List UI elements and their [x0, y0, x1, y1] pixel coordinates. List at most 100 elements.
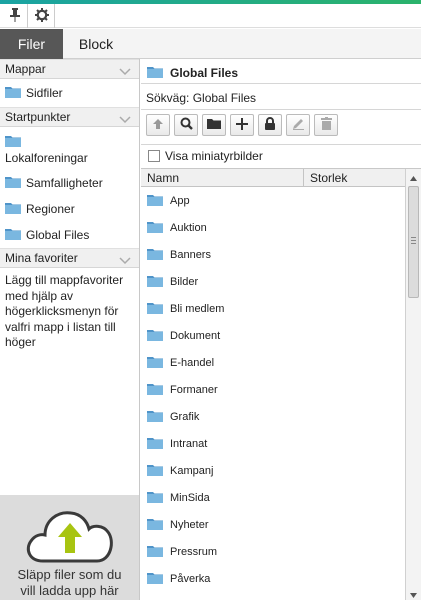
- chevron-down-icon: [119, 63, 131, 82]
- divider: [141, 109, 421, 110]
- chevron-down-icon: [119, 252, 131, 271]
- sidebar-item-global-files[interactable]: Global Files: [5, 227, 89, 243]
- file-row-name: Pressrum: [170, 545, 218, 558]
- file-row[interactable]: Kampanj: [141, 457, 405, 484]
- file-row-name: Bilder: [170, 275, 199, 288]
- section-header-startpunkter[interactable]: Startpunkter: [0, 107, 139, 127]
- arrow-up-icon: [152, 118, 164, 133]
- folder-icon: [147, 409, 163, 425]
- folder-icon: [147, 436, 163, 452]
- file-row[interactable]: Nyheter: [141, 511, 405, 538]
- folder-icon: [5, 227, 21, 243]
- file-row[interactable]: E-handel: [141, 349, 405, 376]
- pin-button[interactable]: [2, 4, 28, 28]
- panel-tabs: Filer Block: [0, 29, 421, 59]
- file-row-name: MinSida: [170, 491, 210, 504]
- triangle-down-icon: [410, 587, 417, 600]
- sidebar-item-label: Regioner: [26, 202, 75, 216]
- thumbnail-checkbox[interactable]: [148, 150, 160, 162]
- section-header-favoriter[interactable]: Mina favoriter: [0, 248, 139, 268]
- current-folder-header: Global Files: [147, 65, 238, 81]
- folder-icon: [5, 175, 21, 191]
- section-title: Startpunkter: [5, 110, 71, 124]
- file-row[interactable]: MinSida: [141, 484, 405, 511]
- file-row[interactable]: Bli medlem: [141, 295, 405, 322]
- pencil-icon: [292, 117, 305, 133]
- file-browser: Global Files Sökväg: Global Files Visa m…: [141, 59, 421, 600]
- file-row-name: E-handel: [170, 356, 215, 369]
- section-title: Mappar: [5, 62, 46, 76]
- folder-icon: [147, 490, 163, 506]
- folder-icon: [207, 118, 221, 132]
- file-row[interactable]: Påverka: [141, 565, 405, 592]
- new-folder-button[interactable]: [230, 114, 254, 136]
- column-header-size[interactable]: Storlek: [304, 169, 405, 187]
- folder-sidebar: Mappar Sidfiler Startpunkter Lokalforeni…: [0, 59, 140, 600]
- file-list-scrollbar[interactable]: [405, 169, 421, 600]
- file-row[interactable]: Intranat: [141, 430, 405, 457]
- folder-icon: [147, 463, 163, 479]
- folder-icon: [147, 274, 163, 290]
- folder-icon: [147, 517, 163, 533]
- column-header-name[interactable]: Namn: [141, 169, 304, 187]
- thumbnail-label: Visa miniatyrbilder: [165, 149, 263, 163]
- file-row[interactable]: App: [141, 187, 405, 214]
- thumbnail-toggle[interactable]: Visa miniatyrbilder: [148, 149, 263, 163]
- file-row-name: Intranat: [170, 437, 208, 450]
- folder-icon: [147, 193, 163, 209]
- file-row-name: Banners: [170, 248, 211, 261]
- plus-icon: [236, 117, 248, 133]
- lock-icon: [264, 117, 276, 133]
- sidebar-item-sidfiler[interactable]: Sidfiler: [5, 85, 63, 101]
- dropzone-line-1: Släpp filer som du: [17, 567, 122, 582]
- search-icon: [180, 117, 193, 133]
- file-row-name: Formaner: [170, 383, 218, 396]
- tab-block[interactable]: Block: [63, 29, 129, 59]
- section-title: Mina favoriter: [5, 251, 78, 265]
- dropzone-line-2: vill ladda upp här: [20, 583, 119, 598]
- lock-button[interactable]: [258, 114, 282, 136]
- scroll-thumb[interactable]: [408, 186, 419, 298]
- file-row-name: Grafik: [170, 410, 200, 423]
- rename-button[interactable]: [286, 114, 310, 136]
- file-row[interactable]: Banners: [141, 241, 405, 268]
- sidebar-item-samfalligheter[interactable]: Samfalligheter: [5, 175, 103, 191]
- upload-dropzone[interactable]: Släpp filer som du vill ladda upp här: [0, 495, 139, 600]
- gear-icon: [34, 7, 49, 25]
- file-row[interactable]: Formaner: [141, 376, 405, 403]
- path-breadcrumb: Sökväg: Global Files: [146, 91, 257, 105]
- sidebar-item-label: Sidfiler: [26, 86, 63, 100]
- open-folder-button[interactable]: [202, 114, 226, 136]
- top-toolbar: [0, 4, 421, 28]
- folder-icon: [5, 201, 21, 217]
- sidebar-item-lokalforeningar[interactable]: Lokalforeningar: [5, 134, 88, 165]
- current-folder-title: Global Files: [170, 66, 239, 80]
- folder-icon: [5, 85, 21, 101]
- folder-icon: [147, 65, 163, 81]
- file-row-name: Bli medlem: [170, 302, 225, 315]
- chevron-down-icon: [119, 111, 131, 130]
- scroll-down-button[interactable]: [406, 586, 421, 600]
- file-row-name: App: [170, 194, 190, 207]
- settings-button[interactable]: [29, 4, 55, 28]
- folder-icon: [147, 247, 163, 263]
- folder-icon: [147, 328, 163, 344]
- search-button[interactable]: [174, 114, 198, 136]
- sidebar-item-label: Lokalforeningar: [5, 151, 88, 165]
- file-row-name: Auktion: [170, 221, 207, 234]
- sidebar-item-regioner[interactable]: Regioner: [5, 201, 75, 217]
- file-row[interactable]: Dokument: [141, 322, 405, 349]
- file-row[interactable]: Bilder: [141, 268, 405, 295]
- tab-filer[interactable]: Filer: [0, 29, 63, 59]
- up-folder-button[interactable]: [146, 114, 170, 136]
- divider: [141, 144, 421, 145]
- file-list-header: Namn Storlek: [141, 169, 405, 187]
- favorites-hint: Lägg till mappfavoriter med hjälp av hög…: [5, 273, 124, 349]
- delete-button[interactable]: [314, 114, 338, 136]
- grip-icon: [411, 237, 416, 246]
- file-row[interactable]: Grafik: [141, 403, 405, 430]
- scroll-up-button[interactable]: [406, 169, 421, 184]
- file-row[interactable]: Auktion: [141, 214, 405, 241]
- file-row[interactable]: Pressrum: [141, 538, 405, 565]
- section-header-mappar[interactable]: Mappar: [0, 59, 139, 79]
